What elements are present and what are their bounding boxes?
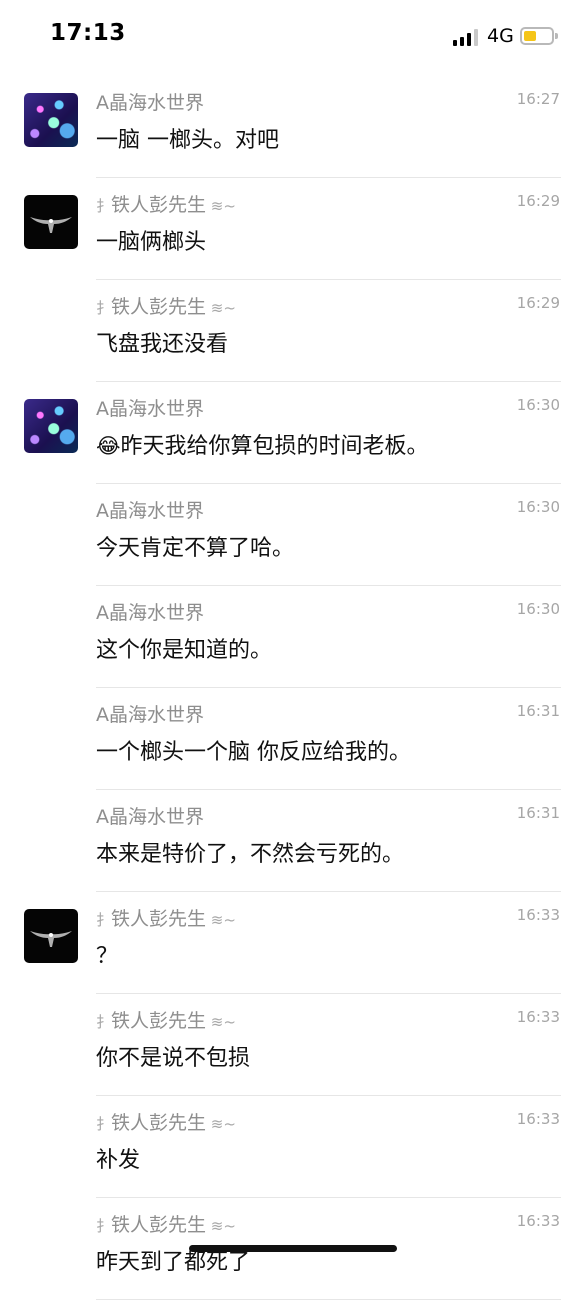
name-decoration-icon: ≋~ [206, 1115, 236, 1133]
message-body: 一个榔头一个脑 你反应给我的。 [96, 740, 411, 765]
sender-label: A晶海水世界 [96, 704, 204, 726]
reef-avatar[interactable] [24, 399, 78, 453]
message-timestamp: 16:33 [516, 906, 560, 924]
signal-icon [453, 29, 479, 46]
name-decoration-icon: ⺘ [96, 911, 112, 929]
sender-label: 铁人彭先生 [111, 1010, 207, 1032]
message-text[interactable]: 😂昨天我给你算包损的时间老板。 [96, 428, 429, 460]
sender-name: A晶海水世界 [96, 802, 204, 829]
network-type: 4G [487, 25, 514, 47]
message-row[interactable]: ⺘铁人彭先生 ≋~ 16:29 飞盘我还没看 [0, 280, 585, 382]
message-timestamp: 16:33 [516, 1110, 560, 1128]
message-text[interactable]: 一脑俩榔头 [96, 224, 206, 256]
name-decoration-icon: ≋~ [206, 197, 236, 215]
sender-label: A晶海水世界 [96, 806, 204, 828]
message-text[interactable]: 本来是特价了，不然会亏死的。 [96, 836, 404, 868]
message-text[interactable]: 这个你是知道的。 [96, 632, 272, 664]
sender-label: A晶海水世界 [96, 500, 204, 522]
name-decoration-icon: ≋~ [206, 911, 236, 929]
sender-label: A晶海水世界 [96, 398, 204, 420]
sender-label: A晶海水世界 [96, 602, 204, 624]
name-decoration-icon: ⺘ [96, 1217, 112, 1235]
sender-name: ⺘铁人彭先生 ≋~ [96, 904, 236, 931]
sender-name: ⺘铁人彭先生 ≋~ [96, 190, 236, 217]
message-row[interactable]: A晶海水世界 16:31 本来是特价了，不然会亏死的。 [0, 790, 585, 892]
name-decoration-icon: ⺘ [96, 1013, 112, 1031]
sender-label: 铁人彭先生 [111, 908, 207, 930]
message-row[interactable]: A晶海水世界 16:30 这个你是知道的。 [0, 586, 585, 688]
name-decoration-icon: ≋~ [206, 299, 236, 317]
name-decoration-icon: ⺘ [96, 197, 112, 215]
message-timestamp: 16:27 [516, 90, 560, 108]
message-body: 今天肯定不算了哈。 [96, 536, 295, 561]
sender-label: 铁人彭先生 [111, 1214, 207, 1236]
message-body: 你不是说不包损 [96, 1046, 251, 1071]
reef-avatar[interactable] [24, 93, 78, 147]
message-row[interactable]: A晶海水世界 16:30 😂昨天我给你算包损的时间老板。 [0, 382, 585, 484]
message-text[interactable]: 一个榔头一个脑 你反应给我的。 [96, 734, 411, 766]
message-row[interactable]: A晶海水世界 16:31 一个榔头一个脑 你反应给我的。 [0, 688, 585, 790]
message-text[interactable]: 一脑 一榔头。对吧 [96, 122, 279, 154]
message-timestamp: 16:29 [516, 192, 560, 210]
sender-label: A晶海水世界 [96, 92, 204, 114]
message-body: 补发 [96, 1148, 141, 1173]
battery-icon [520, 27, 558, 45]
message-row[interactable]: ⺘铁人彭先生 ≋~ 16:29 一脑俩榔头 [0, 178, 585, 280]
message-timestamp: 16:29 [516, 294, 560, 312]
sender-name: A晶海水世界 [96, 496, 204, 523]
message-body: 一脑 一榔头。对吧 [96, 128, 279, 153]
name-decoration-icon: ⺘ [96, 1115, 112, 1133]
message-text[interactable]: 补发 [96, 1142, 140, 1174]
name-decoration-icon: ≋~ [206, 1217, 236, 1235]
message-timestamp: 16:30 [516, 600, 560, 618]
message-body: 本来是特价了，不然会亏死的。 [96, 842, 405, 867]
message-text[interactable]: 你不是说不包损 [96, 1040, 250, 1072]
message-timestamp: 16:31 [516, 702, 560, 720]
stingray-avatar[interactable] [24, 195, 78, 249]
sender-label: 铁人彭先生 [111, 1112, 207, 1134]
message-timestamp: 16:31 [516, 804, 560, 822]
status-bar: 17:13 4G [0, 0, 585, 76]
sender-name: ⺘铁人彭先生 ≋~ [96, 1210, 236, 1237]
sender-name: A晶海水世界 [96, 598, 204, 625]
stingray-avatar[interactable] [24, 909, 78, 963]
message-timestamp: 16:33 [516, 1212, 560, 1230]
message-body: 昨天我给你算包损的时间老板。 [120, 434, 429, 459]
sender-label: 铁人彭先生 [111, 296, 207, 318]
message-row[interactable]: ⺘铁人彭先生 ≋~ 16:33 补发 [0, 1096, 585, 1198]
name-decoration-icon: ≋~ [206, 1013, 236, 1031]
message-row[interactable]: A晶海水世界 16:27 一脑 一榔头。对吧 [0, 76, 585, 178]
message-body: ？ [96, 944, 119, 969]
message-body: 飞盘我还没看 [96, 332, 229, 357]
message-body: 昨天到了都死了 [96, 1250, 251, 1275]
sender-name: ⺘铁人彭先生 ≋~ [96, 1108, 236, 1135]
status-time: 17:13 [50, 20, 126, 46]
sender-name: A晶海水世界 [96, 394, 204, 421]
message-timestamp: 16:33 [516, 1008, 560, 1026]
home-indicator[interactable] [189, 1245, 397, 1252]
message-row[interactable]: A晶海水世界 16:30 今天肯定不算了哈。 [0, 484, 585, 586]
message-text[interactable]: 飞盘我还没看 [96, 326, 228, 358]
sender-name: A晶海水世界 [96, 700, 204, 727]
message-timestamp: 16:30 [516, 396, 560, 414]
sender-name: ⺘铁人彭先生 ≋~ [96, 292, 236, 319]
message-row[interactable]: ⺘铁人彭先生 ≋~ 16:33 ？ [0, 892, 585, 994]
message-text[interactable]: ？ [96, 938, 118, 970]
name-decoration-icon: ⺘ [96, 299, 112, 317]
message-row[interactable]: ⺘铁人彭先生 ≋~ 16:33 你不是说不包损 [0, 994, 585, 1096]
message-body: 一脑俩榔头 [96, 230, 207, 255]
message-text[interactable]: 今天肯定不算了哈。 [96, 530, 294, 562]
message-timestamp: 16:30 [516, 498, 560, 516]
sender-label: 铁人彭先生 [111, 194, 207, 216]
sender-name: A晶海水世界 [96, 88, 204, 115]
message-body: 这个你是知道的。 [96, 638, 273, 663]
sender-name: ⺘铁人彭先生 ≋~ [96, 1006, 236, 1033]
laughing-emoji-icon: 😂 [96, 434, 121, 458]
